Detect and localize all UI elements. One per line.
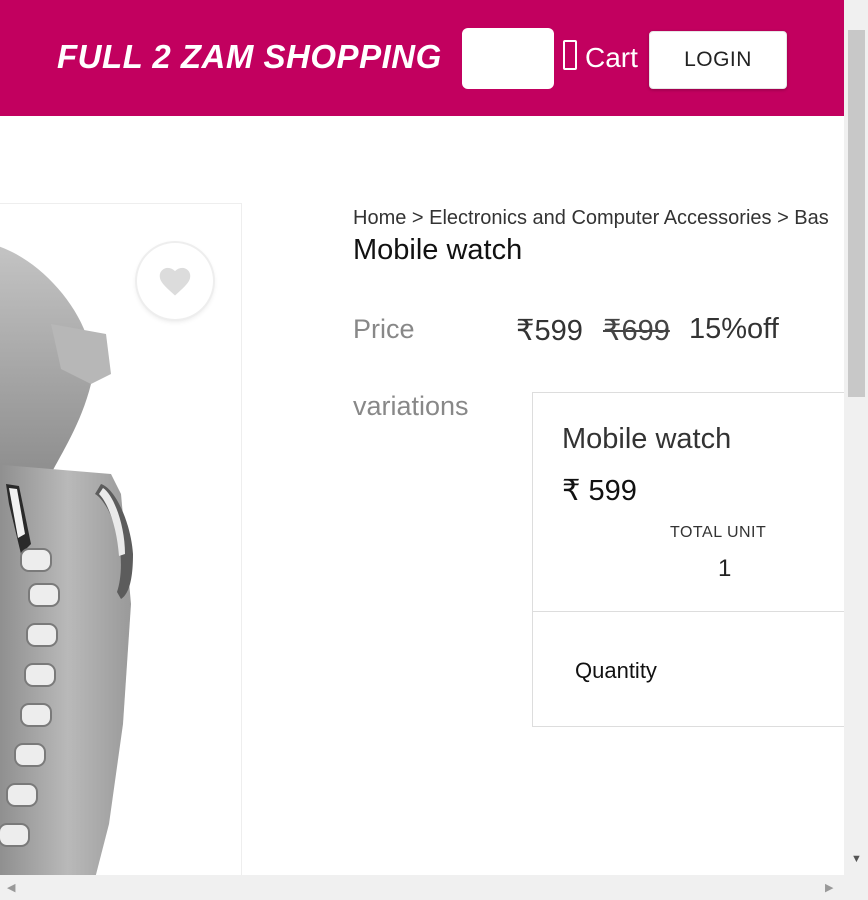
heart-icon [159,267,191,296]
total-unit-label: TOTAL UNIT [670,524,767,541]
discount-badge: 15%off [689,313,779,345]
site-header: FULL 2 ZAM SHOPPING Cart LOGIN [0,0,844,116]
original-price: ₹699 [603,315,670,347]
scroll-left-arrow-icon[interactable]: ◀ [7,881,15,894]
page-viewport: FULL 2 ZAM SHOPPING Cart LOGIN Home > El… [0,0,844,875]
product-image-card [0,203,242,875]
breadcrumb[interactable]: Home > Electronics and Computer Accessor… [353,207,829,230]
variation-name: Mobile watch [562,423,732,455]
scroll-down-arrow-icon[interactable]: ▼ [851,853,862,865]
brand-logo[interactable]: FULL 2 ZAM SHOPPING [57,38,442,76]
cart-icon [563,40,577,70]
cart-label: Cart [585,42,638,73]
product-image [0,246,133,875]
vertical-scrollbar[interactable]: ▼ [844,0,868,875]
cart-link[interactable]: Cart [563,40,638,74]
wishlist-button[interactable] [137,243,213,319]
variation-price: ₹ 599 [562,475,637,507]
search-input[interactable] [462,28,554,89]
total-unit-value: 1 [718,555,732,582]
price-label: Price [353,314,415,344]
scroll-right-arrow-icon[interactable]: ▶ [825,881,833,894]
current-price: ₹599 [516,315,583,347]
page-title: Mobile watch [353,234,523,266]
variations-label: variations [353,391,469,421]
scrollbar-thumb[interactable] [848,30,865,397]
horizontal-scrollbar[interactable]: ◀ ▶ [0,875,868,900]
variation-card[interactable]: Mobile watch ₹ 599 TOTAL UNIT 1 Quantity [532,392,844,727]
divider [533,611,844,612]
quantity-label: Quantity [575,658,657,683]
login-button[interactable]: LOGIN [649,31,787,89]
